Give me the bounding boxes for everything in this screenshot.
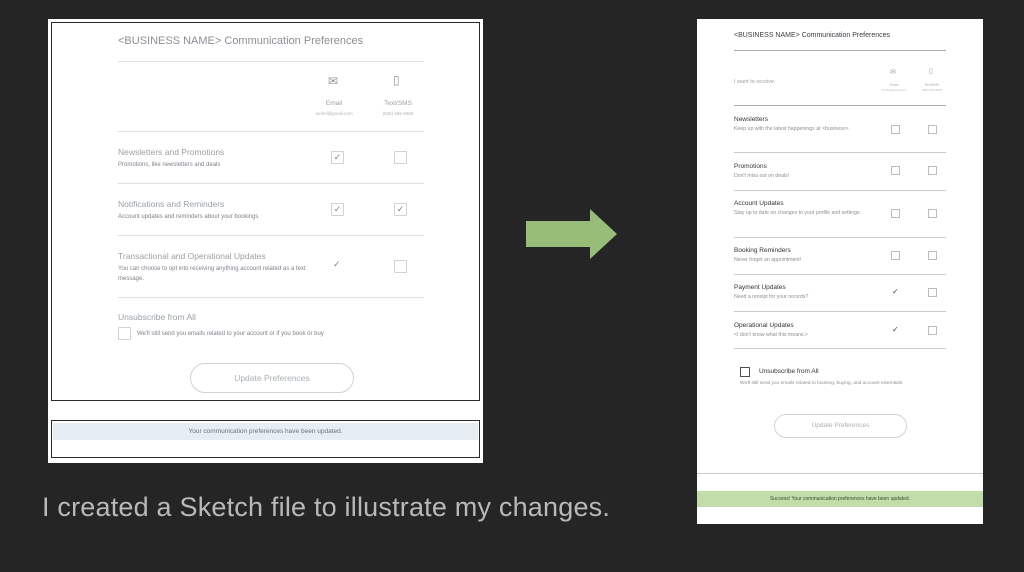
arrow-right-icon bbox=[526, 209, 617, 259]
row-title: Transactional and Operational Updates bbox=[118, 251, 266, 261]
unsubscribe-description: We'll still send you emails related to b… bbox=[740, 381, 904, 386]
row-description: You can choose to opt into receiving any… bbox=[118, 266, 306, 282]
envelope-icon: ✉ bbox=[890, 69, 896, 76]
phone-number: (555) 555-5555 bbox=[382, 111, 414, 116]
row-title: Operational Updates bbox=[734, 322, 794, 329]
row-description: Stay up to date on changes to your profi… bbox=[734, 210, 861, 216]
divider bbox=[734, 311, 946, 312]
before-mockup: <BUSINESS NAME> Communication Preference… bbox=[48, 19, 483, 463]
email-checkbox[interactable] bbox=[891, 209, 900, 218]
row-title: Booking Reminders bbox=[734, 247, 791, 254]
row-title: Promotions bbox=[734, 163, 767, 170]
email-checkmark[interactable]: ✓ bbox=[892, 287, 899, 296]
divider bbox=[734, 50, 946, 51]
sms-checkbox[interactable] bbox=[394, 260, 407, 273]
row-title: Newsletters bbox=[734, 116, 768, 123]
divider bbox=[734, 237, 946, 238]
page-title: <BUSINESS NAME> Communication Preference… bbox=[118, 35, 364, 47]
sms-checkbox[interactable] bbox=[394, 151, 407, 164]
email-checkbox[interactable]: ✓ bbox=[331, 151, 344, 164]
confirmation-banner: Your communication preferences have been… bbox=[51, 420, 480, 458]
row-title: Payment Updates bbox=[734, 284, 786, 291]
phone-icon: ▯ bbox=[393, 73, 400, 87]
email-address: rachel@gmail.com bbox=[881, 88, 907, 92]
divider bbox=[118, 131, 424, 132]
phone-icon: ▯ bbox=[929, 68, 933, 75]
divider bbox=[734, 105, 946, 106]
envelope-icon: ✉ bbox=[328, 74, 339, 88]
sms-checkbox[interactable] bbox=[928, 125, 937, 134]
email-column-label: Email bbox=[325, 100, 343, 107]
row-description: <I don't know what this means.> bbox=[734, 332, 808, 338]
email-checkbox[interactable]: ✓ bbox=[331, 203, 344, 216]
row-title: Newsletters and Promotions bbox=[118, 147, 225, 157]
sms-checkbox[interactable] bbox=[928, 326, 937, 335]
page-title: <BUSINESS NAME> Communication Preference… bbox=[734, 32, 891, 39]
update-preferences-button[interactable]: Update Preferences bbox=[190, 363, 354, 393]
receive-label: I want to receive: bbox=[734, 79, 776, 85]
sms-checkbox[interactable] bbox=[928, 288, 937, 297]
success-banner: Success! Your communication preferences … bbox=[697, 491, 983, 507]
email-checkbox[interactable] bbox=[891, 251, 900, 260]
unsubscribe-checkbox[interactable] bbox=[740, 367, 750, 377]
sms-column-label: Text/SMS bbox=[924, 83, 940, 87]
email-address: rachel@gmail.com bbox=[315, 111, 353, 116]
row-description: Promotions, like newsletters and deals bbox=[118, 162, 221, 168]
divider bbox=[734, 348, 946, 349]
sms-checkbox[interactable] bbox=[928, 209, 937, 218]
row-title: Account Updates bbox=[734, 200, 784, 207]
unsubscribe-description: We'll still send you emails related to y… bbox=[137, 331, 324, 337]
unsubscribe-title: Unsubscribe from All bbox=[118, 312, 196, 322]
unsubscribe-title: Unsubscribe from All bbox=[759, 368, 819, 375]
row-description: Never forget an appointment! bbox=[734, 257, 802, 263]
after-mockup: <BUSINESS NAME> Communication Preference… bbox=[697, 19, 983, 524]
row-description: Account updates and reminders about your… bbox=[118, 214, 259, 220]
slide-caption: I created a Sketch file to illustrate my… bbox=[42, 492, 611, 522]
before-form-panel: <BUSINESS NAME> Communication Preference… bbox=[51, 22, 480, 401]
divider bbox=[118, 61, 424, 62]
unsubscribe-checkbox[interactable] bbox=[118, 327, 131, 340]
sms-checkbox[interactable] bbox=[928, 166, 937, 175]
banner-message: Your communication preferences have been… bbox=[53, 423, 478, 440]
sms-checkbox[interactable] bbox=[928, 251, 937, 260]
email-column-label: Email bbox=[889, 83, 899, 87]
phone-number: (555) 555-5555 bbox=[921, 88, 943, 92]
sms-column-label: Text/SMS bbox=[384, 100, 412, 107]
email-checkbox[interactable] bbox=[891, 125, 900, 134]
email-checkmark[interactable]: ✓ bbox=[333, 259, 341, 270]
divider bbox=[734, 152, 946, 153]
email-checkbox[interactable] bbox=[891, 166, 900, 175]
row-title: Notifications and Reminders bbox=[118, 199, 225, 209]
update-preferences-button[interactable]: Update Preferences bbox=[774, 414, 907, 438]
sms-checkbox[interactable]: ✓ bbox=[394, 203, 407, 216]
row-description: Don't miss out on deals! bbox=[734, 173, 790, 179]
divider bbox=[697, 473, 983, 474]
divider bbox=[118, 235, 424, 236]
row-description: Need a receipt for your records? bbox=[734, 294, 809, 300]
divider bbox=[734, 274, 946, 275]
divider bbox=[734, 190, 946, 191]
row-description: Keep up with the latest happenings at <b… bbox=[734, 126, 850, 132]
email-checkmark[interactable]: ✓ bbox=[892, 325, 899, 334]
divider bbox=[118, 183, 424, 184]
divider bbox=[118, 297, 424, 298]
